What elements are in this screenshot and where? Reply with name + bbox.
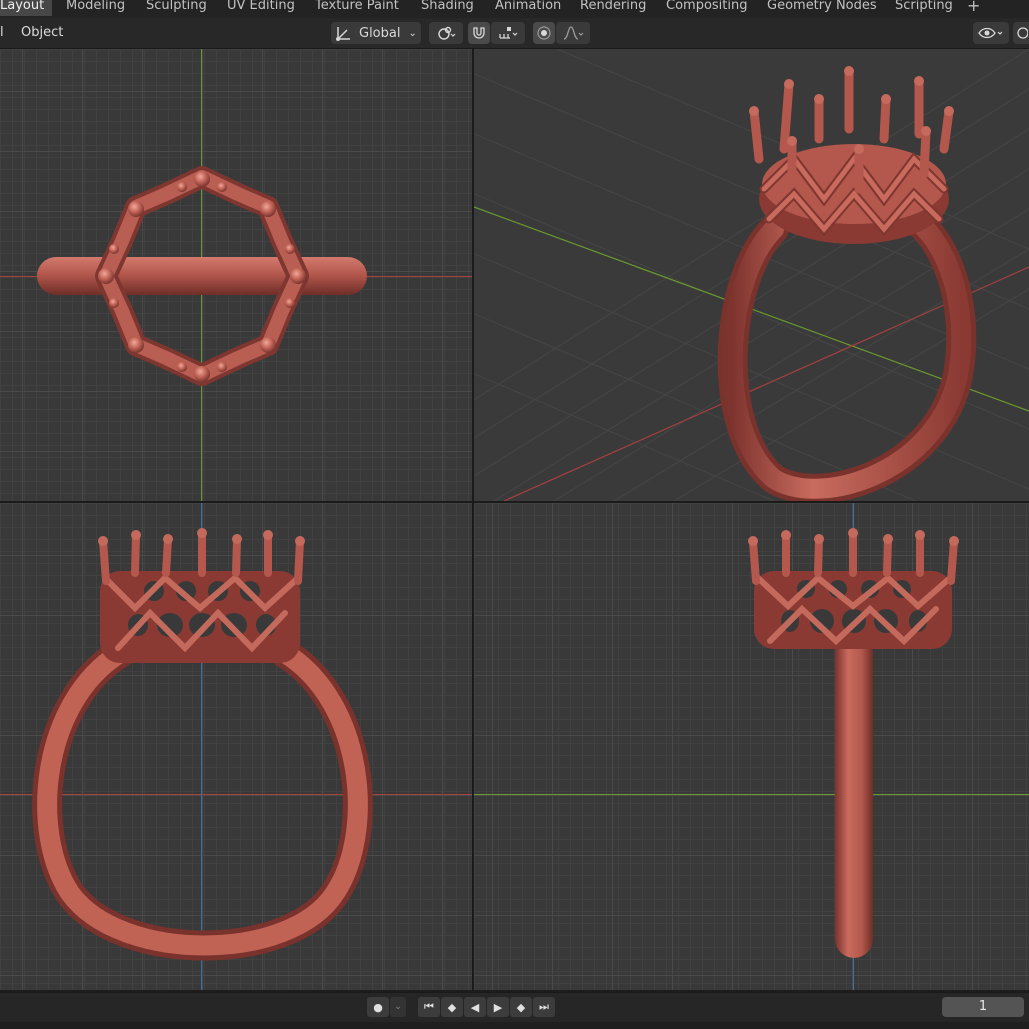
- next-keyframe-icon: ◆: [516, 1000, 526, 1014]
- pivot-point-icon: [436, 25, 456, 41]
- next-keyframe-button[interactable]: ◆: [510, 997, 532, 1017]
- snap-toggle[interactable]: [468, 22, 490, 44]
- tab-texture-paint[interactable]: Texture Paint: [315, 0, 399, 16]
- tab-modeling[interactable]: Modeling: [66, 0, 125, 16]
- status-bar: [0, 1022, 1029, 1029]
- viewport-top[interactable]: [0, 49, 472, 501]
- play-button[interactable]: ▶: [487, 997, 509, 1017]
- proportional-edit-icon: [536, 25, 552, 41]
- crown-perspective: [749, 66, 954, 244]
- viewport-header: l Object Global ⌄: [0, 18, 1029, 49]
- ring-band-side: [835, 633, 873, 958]
- snap-increment-icon: [498, 25, 518, 41]
- jump-start-button[interactable]: ⏮: [418, 997, 440, 1017]
- pivot-point-dropdown[interactable]: [429, 22, 463, 44]
- viewport-side[interactable]: [474, 503, 1029, 990]
- tab-geometry-nodes[interactable]: Geometry Nodes: [767, 0, 877, 16]
- snap-target-dropdown[interactable]: [491, 22, 525, 44]
- jump-start-icon: ⏮: [424, 1000, 434, 1013]
- crown-side: [748, 528, 959, 649]
- keying-dropdown[interactable]: ⌄: [390, 997, 406, 1017]
- transform-orientation-dropdown[interactable]: Global ⌄: [331, 22, 421, 44]
- viewport-perspective[interactable]: [474, 49, 1029, 501]
- timeline-header: ● ⌄ ⏮ ◆ ◀ ▶ ◆ ⏭ 1: [0, 992, 1029, 1023]
- transform-orientation-value: Global: [359, 25, 401, 41]
- overlay-toggle[interactable]: [1013, 22, 1029, 44]
- transform-orientation-icon: [335, 24, 353, 42]
- add-workspace-button[interactable]: +: [967, 0, 980, 16]
- ring-front-view: [32, 528, 373, 961]
- tab-uv-editing[interactable]: UV Editing: [227, 0, 295, 16]
- prev-keyframe-icon: ◆: [447, 1000, 457, 1014]
- chevron-down-icon: ⌄: [394, 1002, 402, 1012]
- play-icon: ▶: [493, 1000, 503, 1014]
- menu-cut-label[interactable]: l: [0, 24, 4, 42]
- ring-top-view: [37, 166, 367, 386]
- falloff-dropdown[interactable]: [556, 22, 590, 44]
- visibility-dropdown[interactable]: [973, 22, 1009, 44]
- tab-compositing[interactable]: Compositing: [666, 0, 748, 16]
- play-reverse-button[interactable]: ◀: [464, 997, 486, 1017]
- prev-keyframe-button[interactable]: ◆: [441, 997, 463, 1017]
- jump-end-button[interactable]: ⏭: [533, 997, 555, 1017]
- workspace-tab-bar: Layout Modeling Sculpting UV Editing Tex…: [0, 0, 1029, 18]
- record-icon: ●: [373, 1000, 383, 1014]
- viewport-divider-horizontal[interactable]: [0, 501, 1029, 503]
- ring-perspective-view: [717, 66, 977, 501]
- tab-layout[interactable]: Layout: [0, 0, 53, 16]
- proportional-edit-toggle[interactable]: [533, 22, 555, 44]
- tab-rendering[interactable]: Rendering: [580, 0, 646, 16]
- play-reverse-icon: ◀: [470, 1000, 480, 1014]
- ring-side-view: [748, 528, 959, 958]
- jump-end-icon: ⏭: [539, 1000, 549, 1013]
- tab-sculpting[interactable]: Sculpting: [146, 0, 207, 16]
- current-frame-field[interactable]: 1: [942, 997, 1024, 1017]
- tab-shading[interactable]: Shading: [421, 0, 474, 16]
- falloff-curve-icon: [562, 25, 584, 41]
- ring-band-front-outline: [32, 638, 373, 961]
- eye-visibility-icon: [978, 25, 1004, 41]
- viewport-divider-vertical[interactable]: [472, 49, 474, 990]
- snap-magnet-icon: [471, 25, 487, 41]
- object-menu[interactable]: Object: [21, 24, 63, 42]
- ring-band-top: [37, 257, 367, 295]
- tab-scripting[interactable]: Scripting: [895, 0, 953, 16]
- tab-animation[interactable]: Animation: [495, 0, 561, 16]
- viewport-front[interactable]: [0, 503, 472, 990]
- crown-front: [98, 528, 305, 663]
- chevron-down-icon: ⌄: [408, 27, 417, 39]
- overlay-icon: [1014, 25, 1028, 41]
- record-button[interactable]: ●: [367, 997, 389, 1017]
